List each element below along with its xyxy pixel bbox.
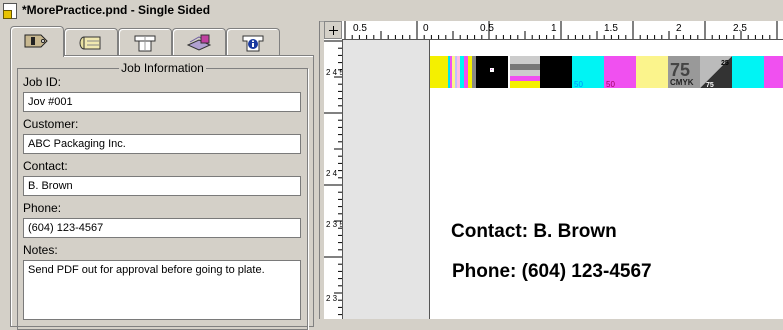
tab-materials[interactable] xyxy=(64,28,118,55)
phone-field[interactable]: (604) 123-4567 xyxy=(23,218,301,238)
layout-view: 0.5 0 0.5 1 1.5 2 2.5 2 4 5 2 4 2 3 5 2 … xyxy=(324,21,783,319)
tab-stack[interactable] xyxy=(172,28,226,55)
tab-box[interactable] xyxy=(118,28,172,55)
contact-field[interactable]: B. Brown xyxy=(23,176,301,196)
tab-strip xyxy=(10,26,300,57)
notes-label: Notes: xyxy=(23,243,58,257)
vruler-label: 2 3 5 xyxy=(326,220,343,229)
vruler-label: 2 4 xyxy=(326,169,338,178)
colorbar-label: CMYK xyxy=(670,78,694,87)
group-title: Job Information xyxy=(119,61,206,75)
document-icon xyxy=(3,3,17,19)
contact-label: Contact: xyxy=(23,159,68,173)
phone-label: Phone: xyxy=(23,201,62,215)
customer-field[interactable]: ABC Packaging Inc. xyxy=(23,134,301,154)
stack-icon xyxy=(186,34,212,51)
job-panel: Job Information Job ID: Jov #001 Custome… xyxy=(0,21,320,330)
box-icon xyxy=(134,35,156,52)
tab-panel: Job Information Job ID: Jov #001 Custome… xyxy=(10,55,314,330)
roll-icon xyxy=(79,36,101,50)
job-id-field[interactable]: Jov #001 xyxy=(23,92,301,112)
page-phone-text[interactable]: Phone: (604) 123-4567 xyxy=(452,261,652,283)
hruler-label: 0.5 xyxy=(480,23,494,34)
colorbar-label: 25 xyxy=(721,60,729,67)
hruler-label: 0.5 xyxy=(353,23,367,34)
pasteboard xyxy=(343,40,430,319)
job-information-group: Job Information Job ID: Jov #001 Custome… xyxy=(17,61,308,330)
ruler-origin-button[interactable] xyxy=(324,21,342,39)
tab-job-info[interactable] xyxy=(10,26,64,57)
vruler-label: 2 4 5 xyxy=(326,68,343,77)
colorbar-label: 50 xyxy=(574,80,583,88)
hruler-label: 0 xyxy=(423,23,429,34)
customer-label: Customer: xyxy=(23,117,79,131)
notes-field[interactable]: Send PDF out for approval before going t… xyxy=(23,260,301,320)
hruler-label: 2 xyxy=(676,23,682,34)
horizontal-ruler[interactable]: 0.5 0 0.5 1 1.5 2 2.5 xyxy=(342,21,783,40)
colorbar-label: 50 xyxy=(606,80,615,88)
colorbar-label: 75 xyxy=(706,82,714,88)
hruler-label: 1 xyxy=(551,23,557,34)
hruler-label: 1.5 xyxy=(604,23,618,34)
box-info-icon xyxy=(242,35,264,52)
page-contact-text[interactable]: Contact: B. Brown xyxy=(451,221,617,243)
tab-box-info[interactable] xyxy=(226,28,280,55)
color-bar: 50 50 75 CMYK 25 75 xyxy=(430,56,783,88)
hruler-label: 2.5 xyxy=(733,23,747,34)
vertical-ruler[interactable]: 2 4 5 2 4 2 3 5 2 3 xyxy=(324,39,343,319)
title-bar: *MorePractice.pnd - Single Sided xyxy=(0,0,783,22)
job-id-label: Job ID: xyxy=(23,75,62,89)
design-canvas[interactable]: 50 50 75 CMYK 25 75 Contact: B. Brown Ph… xyxy=(343,40,783,319)
colorbar-label: 75 xyxy=(670,60,690,80)
window-title: *MorePractice.pnd - Single Sided xyxy=(22,3,211,17)
info-tag-icon xyxy=(24,34,48,48)
vruler-label: 2 3 xyxy=(326,294,338,303)
